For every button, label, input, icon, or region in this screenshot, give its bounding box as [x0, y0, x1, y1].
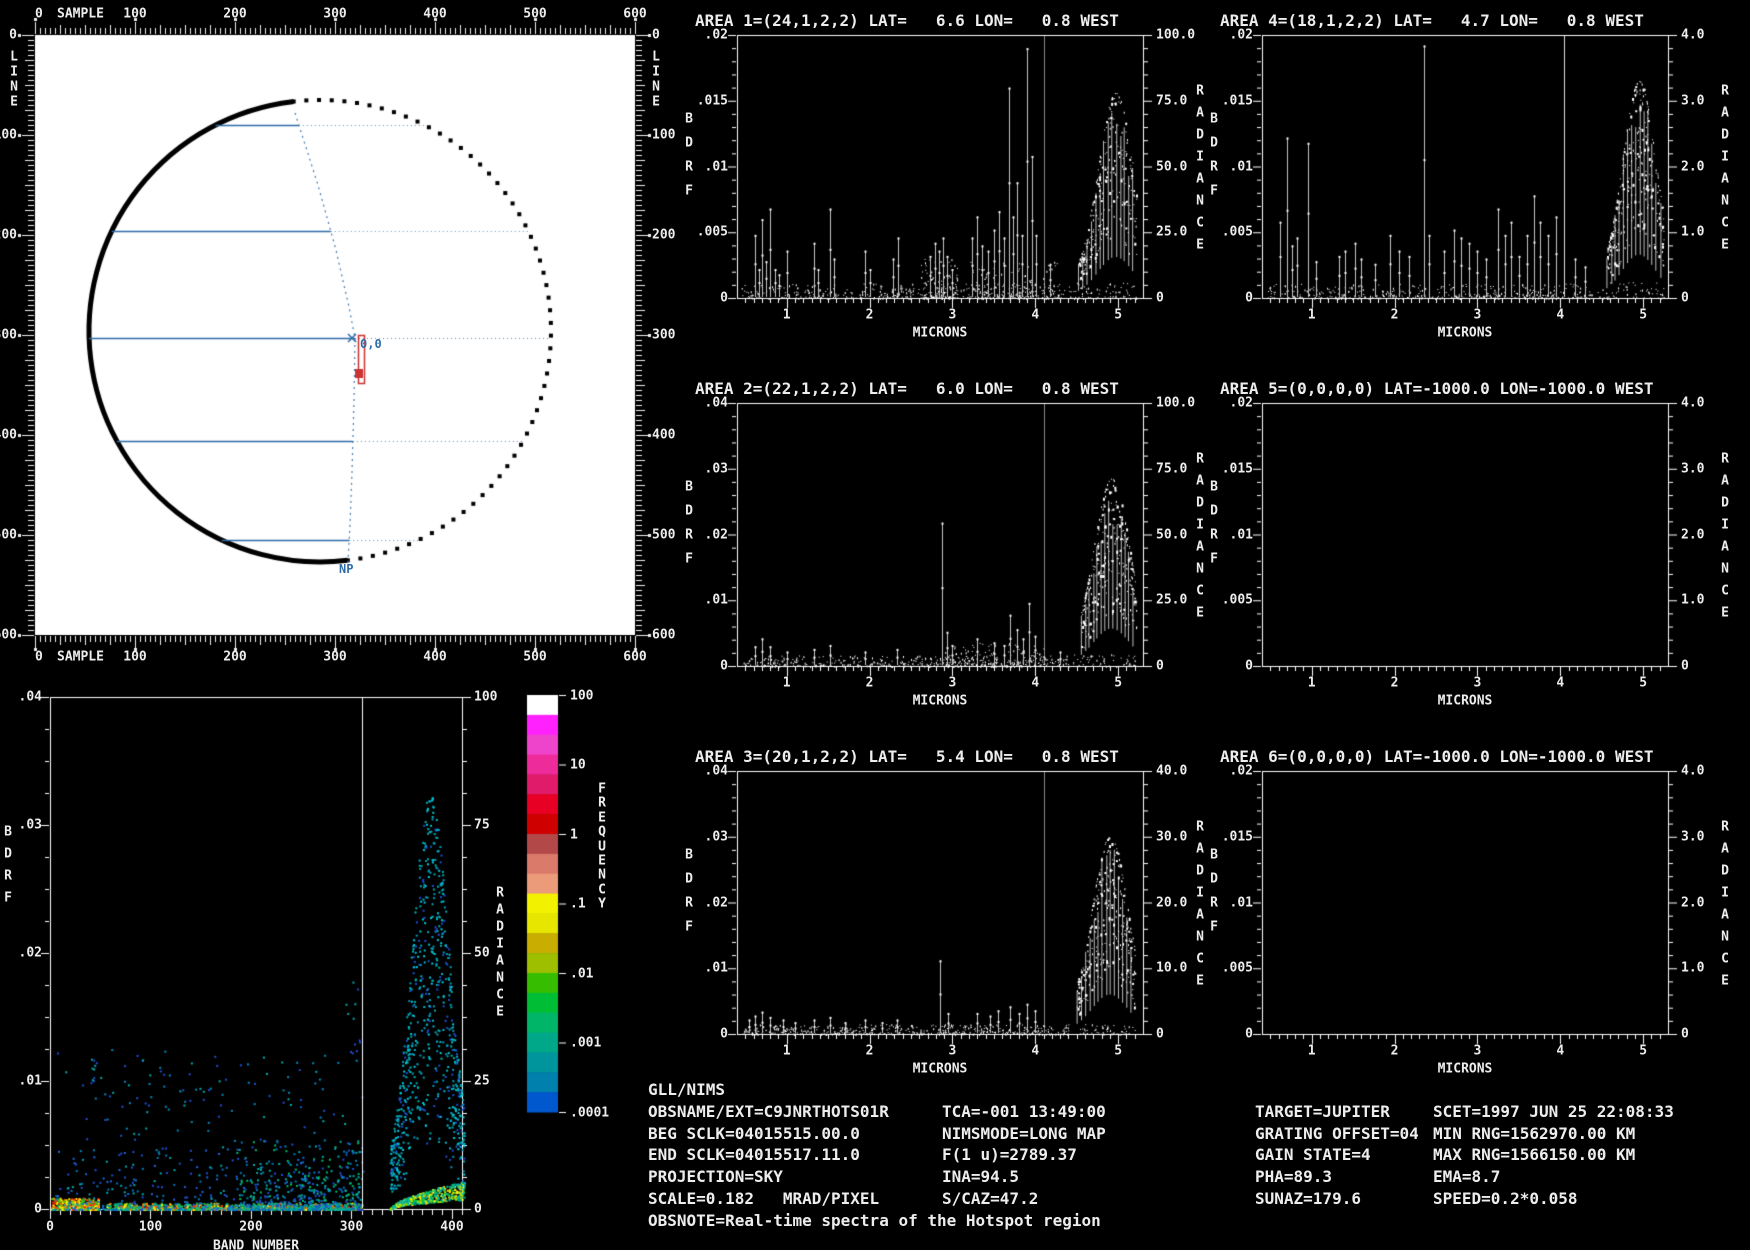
info-panel: GLL/NIMS OBSNAME/EXT=C9JNRTHOTS01R TCA=-00…	[0, 0, 1750, 1250]
info-field: SCALE=0.182 MRAD/PIXEL	[648, 1189, 880, 1208]
info-field: TARGET=JUPITER	[1255, 1101, 1390, 1121]
info-field: GAIN STATE=4	[1255, 1145, 1371, 1165]
info-field: END SCLK=04015517.11.0	[648, 1145, 860, 1165]
info-field: GRATING OFFSET=04	[1255, 1123, 1419, 1143]
info-field: F(1 u)=2789.37	[942, 1145, 1077, 1165]
info-field: OBSNOTE=Real-time spectra of the Hotspot…	[648, 1210, 1101, 1230]
info-field: INA=94.5	[942, 1167, 1020, 1187]
info-field: MAX RNG=1566150.00 KM	[1433, 1145, 1636, 1165]
info-field: MIN RNG=1562970.00 KM	[1433, 1123, 1636, 1143]
info-field: BEG SCLK=04015515.00.0	[648, 1123, 860, 1143]
nims-realtime-display: 0000100100100100200200200200300300300300…	[0, 0, 1750, 1250]
info-field: OBSNAME/EXT=C9JNRTHOTS01R	[648, 1101, 889, 1121]
info-field: NIMSMODE=LONG MAP	[942, 1123, 1106, 1143]
info-field: PROJECTION=SKY	[648, 1167, 783, 1187]
info-field: SCET=1997 JUN 25 22:08:33	[1433, 1101, 1674, 1121]
info-field: GLL/NIMS	[648, 1080, 726, 1099]
info-field: PHA=89.3	[1255, 1167, 1333, 1187]
info-field: EMA=8.7	[1433, 1167, 1501, 1187]
info-field: TCA=-001 13:49:00	[942, 1101, 1106, 1121]
info-field: S/CAZ=47.2	[942, 1189, 1039, 1208]
info-field: SPEED=0.2*0.058	[1433, 1189, 1578, 1208]
info-field: SUNAZ=179.6	[1255, 1189, 1361, 1208]
